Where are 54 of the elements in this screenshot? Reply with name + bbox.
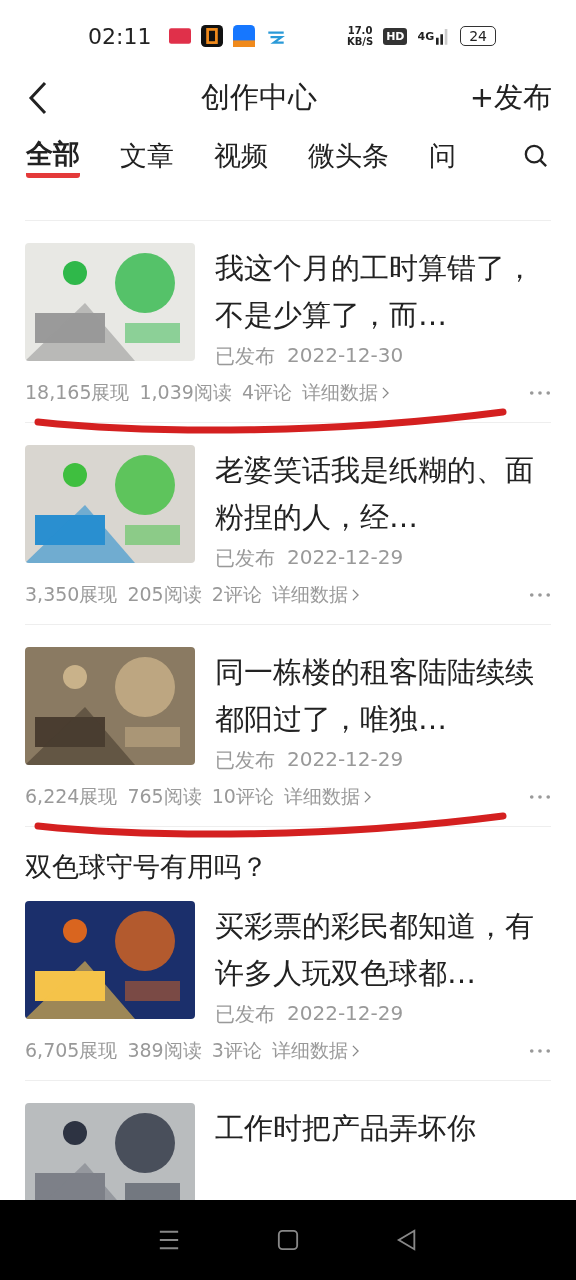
page-title: 创作中心 (199, 79, 318, 116)
tab[interactable]: 全部 (26, 134, 80, 178)
publish-date: 2022-12-29 (287, 747, 404, 773)
article-title[interactable]: 老婆笑话我是纸糊的、面粉捏的人，经… (215, 447, 543, 541)
hd-badge: HD (383, 27, 408, 45)
stat-count: 2评论 (211, 582, 262, 607)
app-icon (169, 25, 192, 47)
publish-date: 2022-12-30 (287, 343, 404, 369)
tab[interactable]: 问 (429, 134, 456, 178)
stat-count: 6,705展现 (25, 1038, 118, 1063)
stat-count: 10评论 (211, 784, 274, 809)
more-icon[interactable] (529, 1048, 551, 1054)
more-icon[interactable] (529, 794, 551, 800)
publish-date: 2022-12-29 (287, 1001, 404, 1027)
chevron-icon[interactable] (382, 387, 389, 399)
home-icon[interactable] (277, 1229, 299, 1251)
chevron-icon[interactable] (351, 1045, 359, 1057)
tab[interactable]: 文章 (120, 134, 174, 178)
article-title[interactable]: 同一栋楼的租客陆陆续续都阳过了，唯独… (215, 649, 543, 743)
network-speed: 17.0 KB/S (346, 25, 374, 47)
stat-count: 765阅读 (127, 784, 202, 809)
publish-status: 已发布 (215, 747, 275, 774)
clock: 02:11 (88, 23, 152, 49)
app-icon (201, 25, 224, 47)
publish-status: 已发布 (215, 545, 275, 572)
stat-count: 3评论 (211, 1038, 262, 1063)
chevron-icon[interactable] (351, 589, 359, 601)
app-icon (233, 25, 256, 47)
search-icon[interactable] (524, 144, 548, 168)
chevron-icon[interactable] (363, 791, 371, 803)
article-title[interactable]: 工作时把产品弄坏你 (215, 1105, 543, 1152)
more-icon[interactable] (529, 592, 551, 598)
stat-count: 205阅读 (127, 582, 202, 607)
stat-count: 389阅读 (127, 1038, 202, 1063)
back-icon[interactable] (395, 1229, 418, 1251)
network-type: 4G (417, 29, 435, 43)
tab[interactable]: 视频 (214, 134, 268, 178)
menu-icon[interactable] (158, 1229, 181, 1251)
back-icon[interactable] (28, 81, 48, 115)
article-title[interactable]: 我这个月的工时算错了，不是少算了，而… (215, 245, 543, 339)
publish-date: 2022-12-29 (287, 545, 404, 571)
battery-indicator: 24 (460, 26, 496, 46)
stat-count: 4评论 (241, 380, 292, 405)
tab[interactable]: 微头条 (308, 134, 389, 178)
stat-count: 18,165展现 (25, 380, 130, 405)
stat-count: 6,224展现 (25, 784, 118, 809)
publish-status: 已发布 (215, 1001, 275, 1028)
article-heading[interactable]: 双色球守号有用吗？ (25, 849, 551, 885)
more-icon[interactable] (529, 390, 551, 396)
publish-status: 已发布 (215, 343, 275, 370)
stat-count: 3,350展现 (25, 582, 118, 607)
article-title[interactable]: 买彩票的彩民都知道，有许多人玩双色球都… (215, 903, 543, 997)
publish-button[interactable]: +发布 (469, 78, 552, 118)
stat-count: 1,039阅读 (139, 380, 232, 405)
